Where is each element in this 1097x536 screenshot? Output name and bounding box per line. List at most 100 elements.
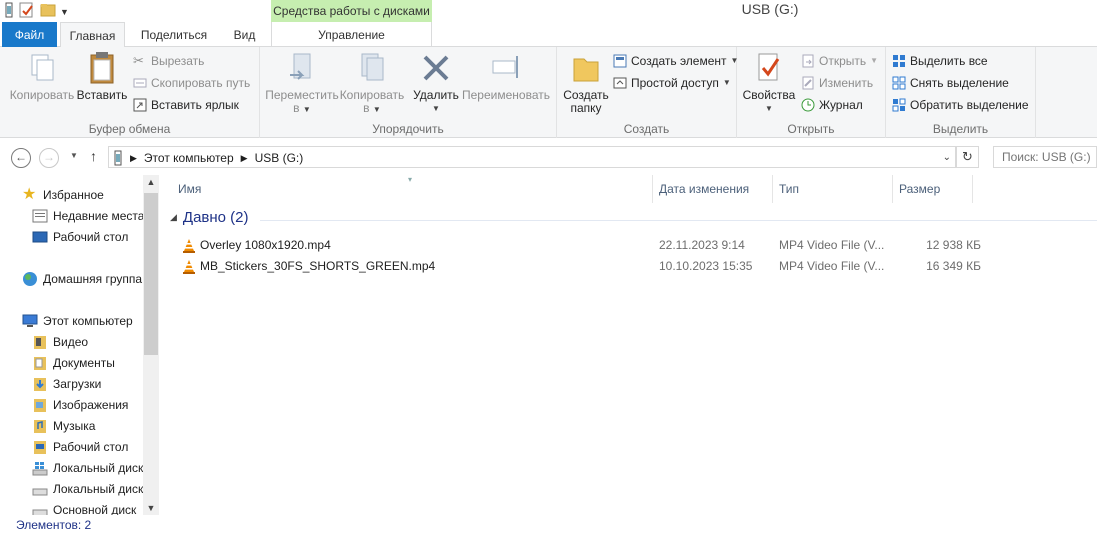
desktop-folder-icon — [34, 441, 46, 454]
videos-folder-icon — [34, 336, 46, 349]
column-header-date[interactable]: Дата изменения — [653, 175, 773, 203]
easy-access-button[interactable]: Простой доступ ▼ — [613, 73, 731, 93]
breadcrumb-this-pc[interactable]: Этот компьютер — [144, 151, 234, 165]
search-input[interactable] — [993, 146, 1097, 168]
properties-qat-icon[interactable] — [18, 2, 36, 21]
tab-file[interactable]: Файл — [2, 22, 57, 47]
address-bar[interactable]: ▶ Этот компьютер ▶ USB (G:) ⌄ — [108, 146, 956, 168]
nav-local-disk-2[interactable]: Локальный диск — [32, 479, 143, 499]
nav-scrollbar[interactable]: ▲ ▼ — [143, 175, 159, 515]
nav-this-pc[interactable]: Этот компьютер — [22, 311, 133, 331]
scroll-thumb[interactable] — [144, 193, 158, 355]
scroll-down-arrow-icon[interactable]: ▼ — [143, 503, 159, 513]
star-icon: ★ — [22, 186, 37, 203]
clipboard-group-label: Буфер обмена — [88, 122, 171, 136]
recent-locations-dropdown-icon[interactable]: ▼ — [70, 151, 78, 160]
drive-icon[interactable] — [4, 2, 14, 21]
computer-icon — [22, 314, 38, 327]
organize-group-label: Упорядочить — [372, 122, 444, 136]
delete-button[interactable]: Удалить ▼ — [412, 51, 460, 115]
open-group: Свойства ▼ Открыть ▼ Изменить Журнал Отк… — [737, 47, 886, 138]
up-arrow-icon[interactable]: ↑ — [90, 148, 97, 164]
copy-to-button[interactable]: Копировать в ▼ — [338, 51, 406, 116]
new-group: Создать папку Создать элемент ▼ Простой … — [557, 47, 738, 138]
file-date: 10.10.2023 15:35 — [659, 259, 753, 273]
nav-desktop-favorite[interactable]: Рабочий стол — [32, 227, 128, 247]
ribbon-tabs: Файл Главная Поделиться Вид Управление — [0, 22, 1097, 48]
copy-to-icon — [361, 53, 384, 81]
status-bar: Элементов: 2 — [0, 515, 1097, 536]
quick-access-toolbar: ▼ — [4, 2, 69, 21]
file-row[interactable]: MB_Stickers_30FS_SHORTS_GREEN.mp4 10.10.… — [176, 256, 1097, 277]
homegroup-icon — [23, 272, 37, 286]
organize-group: Переместить в ▼ Копировать в ▼ Удалить ▼… — [260, 47, 557, 138]
invert-selection-icon — [892, 98, 906, 112]
column-header-name[interactable]: Имя — [172, 175, 653, 203]
tab-home[interactable]: Главная — [60, 22, 125, 48]
copy-to-dropdown-icon: ▼ — [372, 105, 381, 114]
nav-pictures[interactable]: Изображения — [32, 395, 128, 415]
tab-view[interactable]: Вид — [222, 22, 267, 47]
nav-music[interactable]: Музыка — [32, 416, 95, 436]
history-button[interactable]: Журнал — [801, 95, 863, 115]
group-header[interactable]: ◢ Давно (2) — [170, 209, 249, 226]
open-icon — [802, 54, 814, 68]
file-size: 16 349 КБ — [926, 259, 981, 273]
paste-shortcut-icon — [133, 98, 147, 112]
nav-main-disk[interactable]: Основной диск — [32, 500, 136, 515]
properties-button[interactable]: Свойства ▼ — [741, 51, 797, 115]
back-arrow-icon[interactable]: ← — [11, 148, 31, 168]
sort-indicator-icon: ▾ — [408, 175, 413, 184]
move-to-button[interactable]: Переместить в ▼ — [264, 51, 340, 116]
customize-qat-icon[interactable]: ▼ — [60, 7, 69, 17]
breadcrumb-separator-icon[interactable]: ▶ — [241, 153, 248, 164]
column-header-type[interactable]: Тип — [773, 175, 893, 203]
open-button[interactable]: Открыть ▼ — [801, 51, 878, 71]
new-item-icon — [613, 54, 627, 68]
pictures-folder-icon — [34, 399, 46, 412]
file-row[interactable]: Overley 1080x1920.mp4 22.11.2023 9:14 MP… — [176, 235, 1097, 256]
new-folder-button[interactable]: Создать папку — [561, 51, 611, 115]
select-none-button[interactable]: Снять выделение — [892, 73, 1009, 93]
documents-folder-icon — [34, 357, 46, 370]
collapse-chevron-icon[interactable]: ◢ — [170, 212, 177, 223]
cut-button[interactable]: ✂ Вырезать — [133, 51, 204, 71]
nav-documents[interactable]: Документы — [32, 353, 115, 373]
forward-arrow-icon[interactable]: → — [39, 148, 59, 168]
paste-shortcut-button[interactable]: Вставить ярлык — [133, 95, 239, 115]
nav-homegroup[interactable]: Домашняя группа — [22, 269, 142, 289]
tab-share[interactable]: Поделиться — [130, 22, 218, 47]
breadcrumb-separator-icon[interactable]: ▶ — [130, 153, 137, 164]
open-dropdown-icon: ▼ — [870, 56, 879, 65]
select-all-button[interactable]: Выделить все — [892, 51, 988, 71]
edit-button[interactable]: Изменить — [801, 73, 873, 93]
item-count: Элементов: 2 — [16, 518, 92, 532]
file-type: MP4 Video File (V... — [779, 259, 885, 273]
nav-local-disk-1[interactable]: Локальный диск — [32, 458, 143, 478]
copy-path-button[interactable]: Скопировать путь — [133, 73, 250, 93]
address-history-chevron-icon[interactable]: ⌄ — [943, 152, 951, 163]
nav-recent-places[interactable]: Недавние места — [32, 206, 144, 226]
new-item-button[interactable]: Создать элемент ▼ — [613, 51, 738, 71]
nav-desktop[interactable]: Рабочий стол — [32, 437, 128, 457]
properties-dropdown-icon: ▼ — [765, 104, 773, 113]
breadcrumb-usb[interactable]: USB (G:) — [255, 151, 304, 165]
windows-drive-icon — [32, 462, 48, 476]
copy-button[interactable]: Копировать — [8, 51, 76, 102]
invert-selection-button[interactable]: Обратить выделение — [892, 95, 1029, 115]
rename-button[interactable]: Переименовать — [460, 51, 552, 102]
file-size: 12 938 КБ — [926, 238, 981, 252]
refresh-icon[interactable]: ↻ — [956, 146, 979, 168]
new-folder-qat-icon[interactable] — [40, 2, 56, 21]
nav-videos[interactable]: Видео — [32, 332, 88, 352]
tab-manage[interactable]: Управление — [271, 22, 432, 47]
nav-downloads[interactable]: Загрузки — [32, 374, 101, 394]
music-folder-icon — [34, 420, 46, 433]
column-header-size[interactable]: Размер — [893, 175, 973, 203]
paste-button[interactable]: Вставить — [76, 51, 128, 102]
scroll-up-arrow-icon[interactable]: ▲ — [143, 177, 159, 187]
select-group-label: Выделить — [932, 122, 989, 136]
nav-favorites[interactable]: ★ Избранное — [22, 185, 104, 205]
open-group-label: Открыть — [787, 122, 835, 136]
rename-icon — [492, 56, 518, 78]
